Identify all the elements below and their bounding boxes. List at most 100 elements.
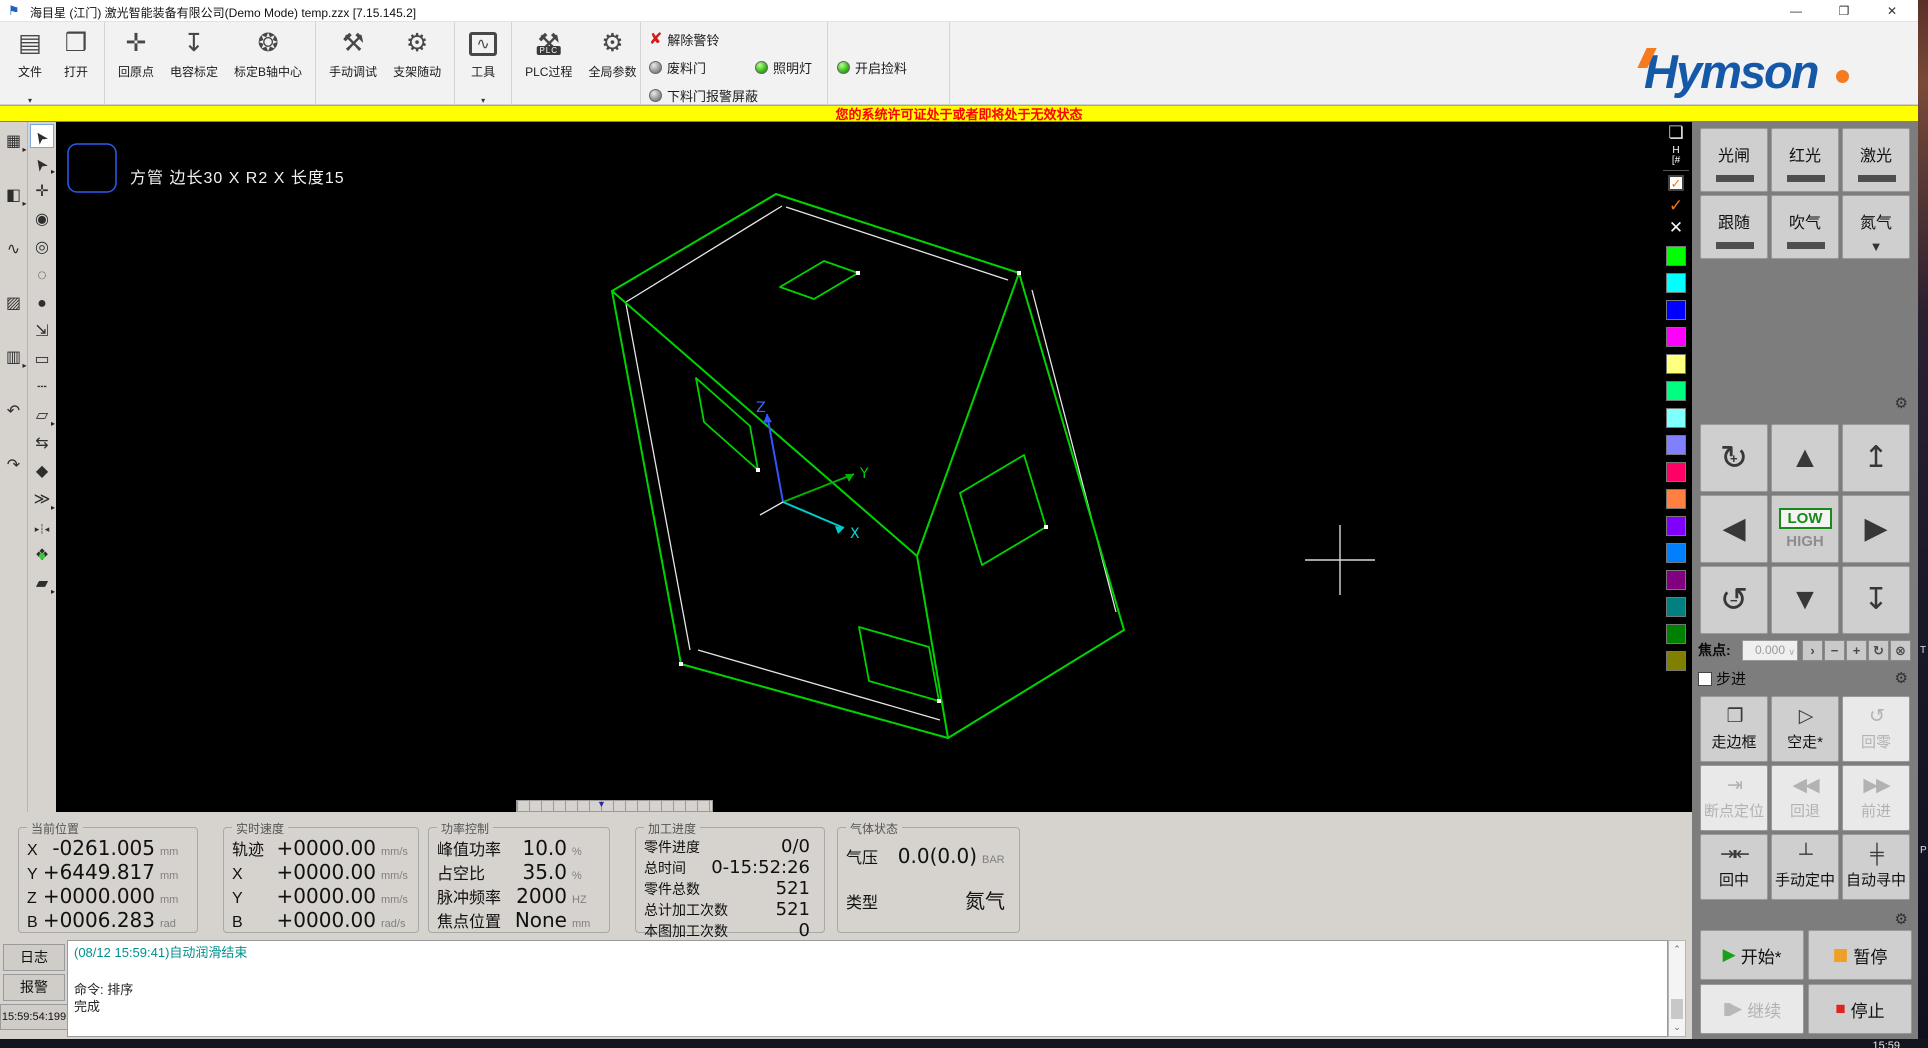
redo-tool[interactable]: ↷: [2, 454, 26, 478]
layer-color-swatch[interactable]: [1666, 543, 1686, 563]
walk-border-button[interactable]: ❒走边框: [1700, 696, 1768, 762]
layers-icon[interactable]: ❏: [1660, 122, 1692, 144]
close-button[interactable]: ✕: [1870, 0, 1914, 22]
io-settings-gear[interactable]: ⚙: [1895, 394, 1908, 412]
dismiss-alarm-button[interactable]: ✘解除警铃: [649, 30, 719, 49]
curve-tool[interactable]: ∿: [2, 238, 26, 262]
tab-alarm[interactable]: 报警: [3, 974, 65, 1001]
layer-color-swatch[interactable]: [1666, 624, 1686, 644]
rotate-b-plus-button[interactable]: ↻+: [1700, 424, 1768, 492]
layer-color-swatch[interactable]: [1666, 489, 1686, 509]
auto-centering-button[interactable]: ╪自动寻中: [1842, 834, 1910, 900]
layer-color-swatch[interactable]: [1666, 435, 1686, 455]
manual-debug-button[interactable]: ⚒手动调试: [321, 22, 385, 105]
follow-button[interactable]: 跟随: [1700, 195, 1768, 259]
align-center-tool[interactable]: ▸┆◂: [30, 516, 54, 540]
frame-tool[interactable]: ▭: [30, 348, 54, 372]
file-button[interactable]: ▤文件▾: [7, 22, 53, 105]
tab-log[interactable]: 日志: [3, 944, 65, 971]
layer-color-swatch[interactable]: [1666, 570, 1686, 590]
speed-low-high-toggle[interactable]: LOWHIGH: [1771, 495, 1839, 563]
jog-up-button[interactable]: ▲: [1771, 424, 1839, 492]
capacitance-calibration-button[interactable]: ↧电容标定: [162, 22, 226, 105]
gear-icon[interactable]: ⚙: [1895, 911, 1908, 928]
start-button[interactable]: ▶开始*: [1700, 930, 1804, 980]
focus-reset-button[interactable]: ↻: [1868, 640, 1889, 661]
drop-tool[interactable]: ◆: [30, 460, 54, 484]
swap-direction-tool[interactable]: ⇆: [30, 432, 54, 456]
view-eye-tool[interactable]: ◉: [30, 208, 54, 232]
rotate-b-minus-button[interactable]: ↺−: [1700, 566, 1768, 634]
log-content[interactable]: (08/12 15:59:41)自动润滑结束命令: 排序完成: [67, 940, 1668, 1037]
dashed-frame-tool[interactable]: ▱▸: [30, 404, 54, 428]
z-up-button[interactable]: ↥: [1842, 424, 1910, 492]
fit-view-tool[interactable]: ⇲: [30, 320, 54, 344]
global-params-button[interactable]: ⚙全局参数: [580, 22, 644, 105]
measure-tool[interactable]: ▥▸: [2, 346, 26, 370]
focus-value-dropdown[interactable]: 0.000 ∨: [1742, 640, 1798, 661]
canvas-mini-scrollbar[interactable]: ▼: [516, 800, 713, 812]
bracket-follow-button[interactable]: ⚙支架随动: [385, 22, 449, 105]
step-checkbox[interactable]: [1698, 672, 1712, 686]
light-toggle[interactable]: 照明灯: [755, 58, 812, 77]
red-light-button[interactable]: 红光: [1771, 128, 1839, 192]
z-down-button[interactable]: ↧: [1842, 566, 1910, 634]
layer-color-swatch[interactable]: [1666, 516, 1686, 536]
unload-door-alarm-mask-toggle[interactable]: 下料门报警屏蔽: [649, 86, 758, 105]
view-3d-tool[interactable]: ◧▸: [2, 184, 26, 208]
bevel-tool[interactable]: ▨: [2, 292, 26, 316]
plc-process-button[interactable]: ⚒PLCPLC过程: [517, 22, 580, 105]
fast-move-tool[interactable]: ≫▸: [30, 488, 54, 512]
dash-tool[interactable]: ┄: [30, 376, 54, 400]
b-axis-center-button[interactable]: ❂标定B轴中心: [226, 22, 310, 105]
manual-centering-button[interactable]: ┴手动定中: [1771, 834, 1839, 900]
scroll-down-icon[interactable]: ⌄: [1669, 1022, 1685, 1033]
focus-plus-button[interactable]: +: [1846, 640, 1867, 661]
motion-settings-gear[interactable]: ⚙: [1895, 910, 1908, 928]
shutter-button[interactable]: 光闸: [1700, 128, 1768, 192]
layer-color-swatch[interactable]: [1666, 381, 1686, 401]
jog-down-button[interactable]: ▼: [1771, 566, 1839, 634]
gear-icon[interactable]: ⚙: [1895, 669, 1908, 687]
select-tool[interactable]: ➤: [30, 124, 54, 148]
restore-button[interactable]: ❐: [1822, 0, 1866, 22]
layer-color-swatch[interactable]: [1666, 246, 1686, 266]
stop-button[interactable]: ■停止: [1808, 984, 1912, 1034]
cancel-icon[interactable]: ✕: [1660, 217, 1692, 239]
jog-left-button[interactable]: ◀: [1700, 495, 1768, 563]
eraser-tool[interactable]: ▰▸: [30, 572, 54, 596]
nitrogen-button[interactable]: 氮气▼: [1842, 195, 1910, 259]
laser-button[interactable]: 激光: [1842, 128, 1910, 192]
confirm-icon[interactable]: ✓: [1660, 195, 1692, 217]
pause-button[interactable]: ▮▮暂停: [1808, 930, 1912, 980]
pan-tool[interactable]: ✛: [30, 180, 54, 204]
log-scrollbar[interactable]: ⌃ ⌄: [1668, 940, 1686, 1037]
home-origin-button[interactable]: ✛回原点: [110, 22, 162, 105]
layer-color-swatch[interactable]: [1666, 651, 1686, 671]
focus-minus-button[interactable]: −: [1824, 640, 1845, 661]
layer-color-swatch[interactable]: [1666, 597, 1686, 617]
gear-icon[interactable]: ⚙: [1895, 395, 1908, 412]
return-center-button[interactable]: ⇥⇤回中: [1700, 834, 1768, 900]
circle-select-tool[interactable]: ◌: [30, 264, 54, 288]
view-grid-tool[interactable]: ▦▸: [2, 130, 26, 154]
scroll-thumb[interactable]: [1671, 999, 1683, 1019]
waste-door-toggle[interactable]: 废料门: [649, 58, 706, 77]
select-all-checkbox[interactable]: ✓: [1668, 175, 1684, 191]
focus-go-button[interactable]: ›: [1802, 640, 1823, 661]
layer-color-swatch[interactable]: [1666, 273, 1686, 293]
undo-tool[interactable]: ↶: [2, 400, 26, 424]
taskbar[interactable]: 15:59: [0, 1039, 1928, 1048]
focus-stop-button[interactable]: ⊗: [1890, 640, 1911, 661]
open-button[interactable]: ❒打开: [53, 22, 99, 105]
sphere-view-tool[interactable]: ●: [30, 292, 54, 316]
scroll-up-icon[interactable]: ⌃: [1669, 944, 1685, 955]
layer-color-swatch[interactable]: [1666, 408, 1686, 428]
pickup-toggle[interactable]: 开启捡料: [837, 58, 907, 77]
tools-button[interactable]: ∿工具▾: [460, 22, 506, 105]
center-point-tool[interactable]: ❖: [30, 544, 54, 568]
layer-color-swatch[interactable]: [1666, 354, 1686, 374]
dry-run-button[interactable]: ▷空走*: [1771, 696, 1839, 762]
layer-color-swatch[interactable]: [1666, 462, 1686, 482]
minimize-button[interactable]: —: [1774, 0, 1818, 22]
